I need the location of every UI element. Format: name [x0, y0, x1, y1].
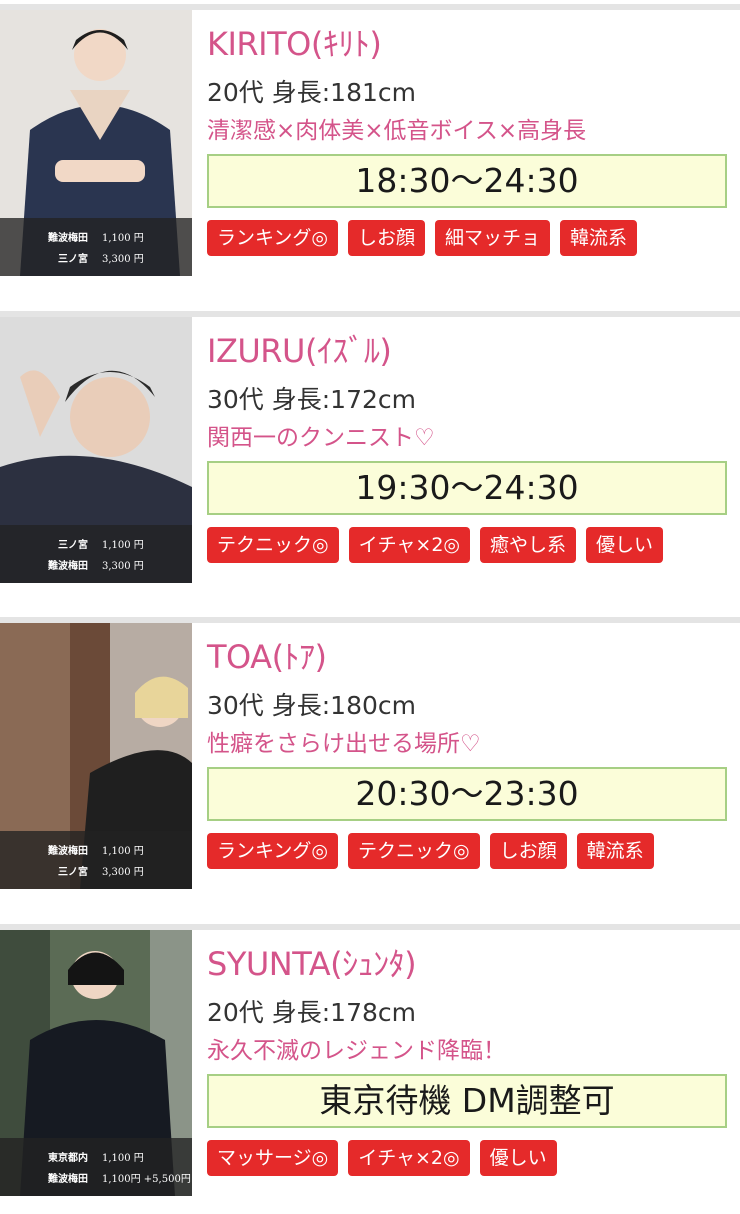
- cast-age-height: 20代 身長:181cm: [207, 78, 416, 107]
- price-box: 三ノ宮 1,100 円 難波梅田 3,300 円: [0, 525, 192, 583]
- cast-name[interactable]: IZURU(ｲｽﾞﾙ): [207, 331, 732, 371]
- price-area: 難波梅田: [48, 1174, 88, 1185]
- price-area: 三ノ宮: [58, 254, 88, 265]
- cast-photo[interactable]: 難波梅田 1,100 円 三ノ宮 3,300 円: [0, 623, 192, 889]
- cast-catchphrase: 関西一のクンニスト♡: [207, 425, 435, 451]
- cast-card[interactable]: 東京都内 1,100 円 難波梅田 1,100円 +5,500円 (出張費) SYU…: [0, 924, 740, 1214]
- cast-card[interactable]: 難波梅田 1,100 円 三ノ宮 3,300 円 TOA(ﾄｱ) 30代 身長:18…: [0, 617, 740, 907]
- cast-catchphrase: 永久不滅のレジェンド降臨！: [207, 1038, 506, 1064]
- tag-badge: 優しい: [479, 1140, 557, 1176]
- cast-photo[interactable]: 東京都内 1,100 円 難波梅田 1,100円 +5,500円 (出張費): [0, 930, 192, 1196]
- price-value: 3,300 円: [102, 561, 144, 572]
- tag-list: ランキング◎ テクニック◎ しお顔 韓流系: [207, 833, 732, 869]
- cast-schedule: 19:30〜24:30: [207, 461, 727, 515]
- cast-card[interactable]: 難波梅田 1,100 円 三ノ宮 3,300 円 KIRITO(ｷﾘﾄ) 20代 身…: [0, 4, 740, 294]
- cast-name[interactable]: SYUNTA(ｼｭﾝﾀ): [207, 944, 732, 984]
- tag-badge: テクニック◎: [348, 833, 480, 869]
- price-value: 3,300 円: [102, 254, 144, 265]
- price-value: 1,100 円: [102, 846, 144, 857]
- price-value: 1,100 円: [102, 540, 144, 551]
- cast-info: KIRITO(ｷﾘﾄ) 20代 身長:181cm 清潔感×肉体美×低音ボイス×高…: [207, 10, 732, 256]
- cast-catchphrase: 清潔感×肉体美×低音ボイス×高身長: [207, 118, 587, 144]
- tag-badge: 韓流系: [560, 220, 638, 256]
- tag-list: ランキング◎ しお顔 細マッチョ 韓流系: [207, 220, 732, 256]
- cast-schedule: 18:30〜24:30: [207, 154, 727, 208]
- cast-photo[interactable]: 三ノ宮 1,100 円 難波梅田 3,300 円: [0, 317, 192, 583]
- cast-list: 難波梅田 1,100 円 三ノ宮 3,300 円 KIRITO(ｷﾘﾄ) 20代 身…: [0, 0, 740, 1200]
- price-area: 東京都内: [48, 1153, 88, 1164]
- cast-schedule: 東京待機 DM調整可: [207, 1074, 727, 1128]
- tag-badge: ランキング◎: [207, 833, 339, 869]
- tag-badge: マッサージ◎: [207, 1140, 339, 1176]
- cast-age-height: 30代 身長:180cm: [207, 691, 416, 720]
- price-box: 東京都内 1,100 円 難波梅田 1,100円 +5,500円 (出張費): [0, 1138, 192, 1196]
- price-value: 3,300 円: [102, 867, 144, 878]
- price-value: 1,100 円: [102, 1153, 144, 1164]
- tag-badge: 優しい: [586, 527, 664, 563]
- cast-info: IZURU(ｲｽﾞﾙ) 30代 身長:172cm 関西一のクンニスト♡ 19:3…: [207, 317, 732, 563]
- tag-badge: イチャ×2◎: [348, 1140, 470, 1176]
- cast-info: SYUNTA(ｼｭﾝﾀ) 20代 身長:178cm 永久不滅のレジェンド降臨！ …: [207, 930, 732, 1176]
- cast-age-height: 30代 身長:172cm: [207, 385, 416, 414]
- cast-name[interactable]: KIRITO(ｷﾘﾄ): [207, 24, 732, 64]
- tag-list: テクニック◎ イチャ×2◎ 癒やし系 優しい: [207, 527, 732, 563]
- price-area: 難波梅田: [48, 561, 88, 572]
- tag-badge: ランキング◎: [207, 220, 339, 256]
- tag-badge: しお顔: [489, 833, 567, 869]
- tag-badge: 韓流系: [576, 833, 654, 869]
- price-area: 三ノ宮: [58, 867, 88, 878]
- cast-name[interactable]: TOA(ﾄｱ): [207, 637, 732, 677]
- cast-info: TOA(ﾄｱ) 30代 身長:180cm 性癖をさらけ出せる場所♡ 20:30〜…: [207, 623, 732, 869]
- cast-age-height: 20代 身長:178cm: [207, 998, 416, 1027]
- price-box: 難波梅田 1,100 円 三ノ宮 3,300 円: [0, 218, 192, 276]
- tag-badge: テクニック◎: [207, 527, 339, 563]
- price-area: 三ノ宮: [58, 540, 88, 551]
- cast-schedule: 20:30〜23:30: [207, 767, 727, 821]
- cast-catchphrase: 性癖をさらけ出せる場所♡: [207, 731, 481, 757]
- price-value: 1,100 円: [102, 233, 144, 244]
- tag-list: マッサージ◎ イチャ×2◎ 優しい: [207, 1140, 732, 1176]
- price-box: 難波梅田 1,100 円 三ノ宮 3,300 円: [0, 831, 192, 889]
- price-area: 難波梅田: [48, 233, 88, 244]
- cast-card[interactable]: 三ノ宮 1,100 円 難波梅田 3,300 円 IZURU(ｲｽﾞﾙ) 30代 身…: [0, 311, 740, 601]
- tag-badge: イチャ×2◎: [348, 527, 470, 563]
- price-value: 1,100円 +5,500円 (出張費): [102, 1174, 192, 1185]
- tag-badge: 細マッチョ: [435, 220, 551, 256]
- price-area: 難波梅田: [48, 846, 88, 857]
- tag-badge: 癒やし系: [480, 527, 577, 563]
- tag-badge: しお顔: [348, 220, 426, 256]
- cast-photo[interactable]: 難波梅田 1,100 円 三ノ宮 3,300 円: [0, 10, 192, 276]
